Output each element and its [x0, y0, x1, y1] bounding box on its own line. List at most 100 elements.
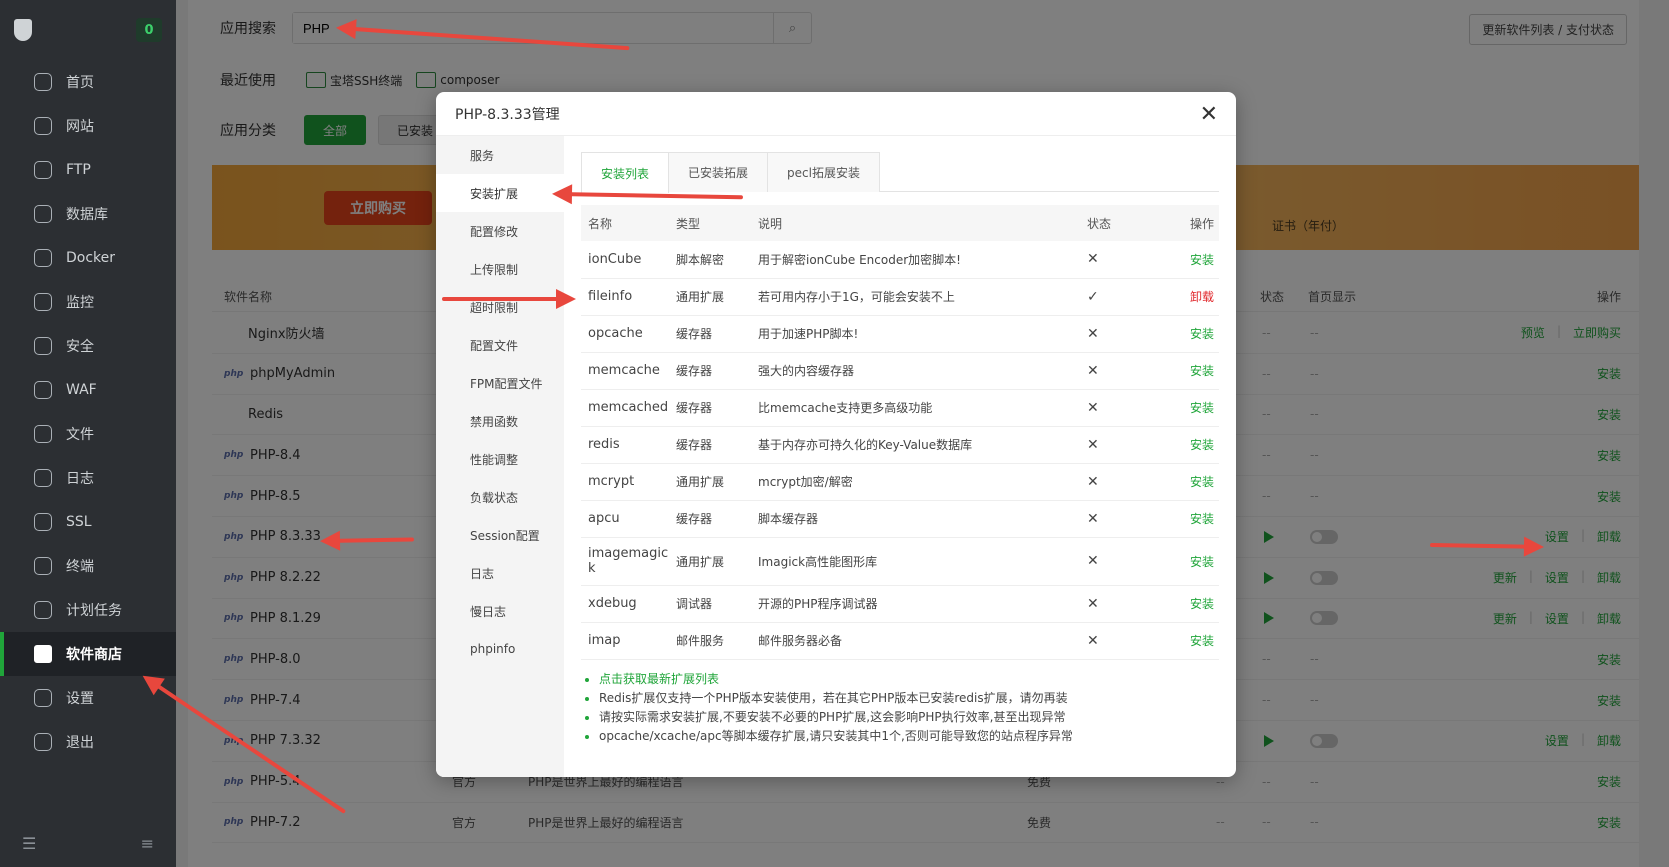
calendar-icon	[34, 601, 52, 619]
sidebar-item-label: 终端	[66, 559, 94, 575]
ext-desc: 开源的PHP程序调试器	[751, 585, 1075, 623]
ext-type: 通用扩展	[669, 537, 751, 586]
extension-tab[interactable]: pecl拓展安装	[767, 152, 880, 192]
waf-icon	[34, 381, 52, 399]
menu-list-icon[interactable]: ≡	[141, 834, 154, 853]
install-link[interactable]: 安装	[1183, 463, 1219, 501]
ext-desc: mcrypt加密/解密	[751, 463, 1075, 501]
dialog-nav-item[interactable]: 配置修改	[436, 212, 564, 250]
dialog-nav-item[interactable]: 慢日志	[436, 592, 564, 630]
extension-row: memcached 缓存器 比memcache支持更多高级功能 ✕ 安装	[581, 389, 1219, 427]
sidebar-item-label: 安全	[66, 339, 94, 355]
extension-tab[interactable]: 安装列表	[581, 152, 670, 193]
cross-icon: ✕	[1075, 585, 1183, 623]
dialog-nav-item[interactable]: 负载状态	[436, 478, 564, 516]
dialog-nav-item[interactable]: Session配置	[436, 516, 564, 554]
cross-icon: ✕	[1075, 352, 1183, 390]
install-link[interactable]: 安装	[1183, 315, 1219, 353]
sidebar-item[interactable]: 文件	[0, 412, 176, 456]
store-icon	[34, 645, 52, 663]
install-link[interactable]: 安装	[1183, 537, 1219, 586]
dialog-nav-item[interactable]: FPM配置文件	[436, 364, 564, 402]
install-link[interactable]: 安装	[1183, 585, 1219, 623]
extension-tabs: 安装列表 已安装拓展 pecl拓展安装	[581, 152, 1219, 193]
dialog-nav-item[interactable]: 禁用函数	[436, 402, 564, 440]
dialog-nav-item[interactable]: 服务	[436, 136, 564, 174]
install-link[interactable]: 安装	[1183, 426, 1219, 464]
tip-item: Redis扩展仅支持一个PHP版本安装使用，若在其它PHP版本已安装redis扩…	[599, 689, 1219, 708]
cross-icon: ✕	[1075, 426, 1183, 464]
ext-name: ionCube	[581, 241, 669, 279]
ext-name: imagemagick	[581, 537, 669, 586]
sidebar-item[interactable]: 计划任务	[0, 588, 176, 632]
close-icon[interactable]: ✕	[1200, 102, 1218, 127]
ext-name: apcu	[581, 500, 669, 538]
install-link[interactable]: 安装	[1183, 352, 1219, 390]
ext-desc: 脚本缓存器	[751, 500, 1075, 538]
ssl-icon	[34, 513, 52, 531]
cross-icon: ✕	[1075, 500, 1183, 538]
sidebar-item-label: SSL	[66, 514, 92, 530]
sidebar-header: 0	[0, 0, 176, 60]
install-link[interactable]: 安装	[1183, 241, 1219, 279]
sidebar-menu: 首页 网站 FTP 数据库 Docker 监控 安全 WAF 文件 日志 SSL 终端 计划任务 软件商店…	[0, 60, 176, 764]
ext-type: 缓存器	[669, 352, 751, 390]
sidebar-item[interactable]: 安全	[0, 324, 176, 368]
sidebar-item-label: 日志	[66, 471, 94, 487]
dialog-nav-item[interactable]: 上传限制	[436, 250, 564, 288]
cross-icon: ✕	[1075, 315, 1183, 353]
install-link[interactable]: 安装	[1183, 622, 1219, 660]
sidebar-item-label: FTP	[66, 162, 91, 178]
dialog-nav: 服务 安装扩展 配置修改 上传限制 超时限制 配置文件 FPM配置文件 禁用函数 性能调整 负载状…	[436, 136, 564, 777]
sidebar-item-label: 监控	[66, 295, 94, 311]
dialog-nav-item[interactable]: 配置文件	[436, 326, 564, 364]
shield-icon	[34, 337, 52, 355]
notification-badge[interactable]: 0	[136, 18, 162, 42]
sidebar-footer: ☰ ≡	[0, 834, 176, 853]
sidebar-item[interactable]: 监控	[0, 280, 176, 324]
ext-col-header: 类型	[669, 205, 751, 241]
sidebar-item[interactable]: WAF	[0, 368, 176, 412]
dialog-nav-item[interactable]: 超时限制	[436, 288, 564, 326]
sidebar-item[interactable]: 终端	[0, 544, 176, 588]
sidebar-item[interactable]: SSL	[0, 500, 176, 544]
dialog-body: 安装列表 已安装拓展 pecl拓展安装 名称 类型 说明 状态 操作 ionCube 脚本解密…	[581, 152, 1219, 777]
sidebar-item[interactable]: 数据库	[0, 192, 176, 236]
sidebar-item[interactable]: Docker	[0, 236, 176, 280]
ext-col-header: 名称	[581, 205, 669, 241]
website-icon	[34, 117, 52, 135]
ext-col-header: 操作	[1183, 205, 1219, 241]
home-icon	[34, 73, 52, 91]
dialog-nav-item[interactable]: 日志	[436, 554, 564, 592]
sidebar-item-label: Docker	[66, 250, 116, 266]
tip-item: 请按实际需求安装扩展,不要安装不必要的PHP扩展,这会影响PHP执行效率,甚至出…	[599, 708, 1219, 727]
extension-tab[interactable]: 已安装拓展	[668, 152, 769, 192]
sidebar-item-label: 网站	[66, 119, 94, 135]
sidebar-item[interactable]: 首页	[0, 60, 176, 104]
uninstall-link[interactable]: 卸载	[1183, 278, 1219, 316]
dialog-nav-item[interactable]: 性能调整	[436, 440, 564, 478]
cross-icon: ✕	[1075, 463, 1183, 501]
dialog-nav-item[interactable]: phpinfo	[436, 630, 564, 668]
dialog-nav-item[interactable]: 安装扩展	[436, 174, 564, 212]
install-link[interactable]: 安装	[1183, 500, 1219, 538]
sidebar-item[interactable]: 退出	[0, 720, 176, 764]
sidebar-item[interactable]: 网站	[0, 104, 176, 148]
log-icon	[34, 469, 52, 487]
ext-col-header: 说明	[751, 205, 1075, 241]
fetch-latest-link[interactable]: 点击获取最新扩展列表	[599, 670, 1219, 689]
sidebar-item-label: 计划任务	[66, 603, 122, 619]
folder-icon	[34, 425, 52, 443]
collapse-icon[interactable]: ☰	[22, 834, 36, 853]
sidebar-item[interactable]: 日志	[0, 456, 176, 500]
ext-type: 缓存器	[669, 500, 751, 538]
extension-table-header: 名称 类型 说明 状态 操作	[581, 205, 1219, 241]
cross-icon: ✕	[1075, 241, 1183, 279]
extension-row: fileinfo 通用扩展 若可用内存小于1G，可能会安装不上 ✓ 卸载	[581, 278, 1219, 316]
install-link[interactable]: 安装	[1183, 389, 1219, 427]
dialog-header: PHP-8.3.33管理 ✕	[436, 92, 1236, 136]
sidebar-item[interactable]: FTP	[0, 148, 176, 192]
terminal-icon	[34, 557, 52, 575]
ext-desc: 基于内存亦可持久化的Key-Value数据库	[751, 426, 1075, 464]
cross-icon: ✕	[1075, 622, 1183, 660]
